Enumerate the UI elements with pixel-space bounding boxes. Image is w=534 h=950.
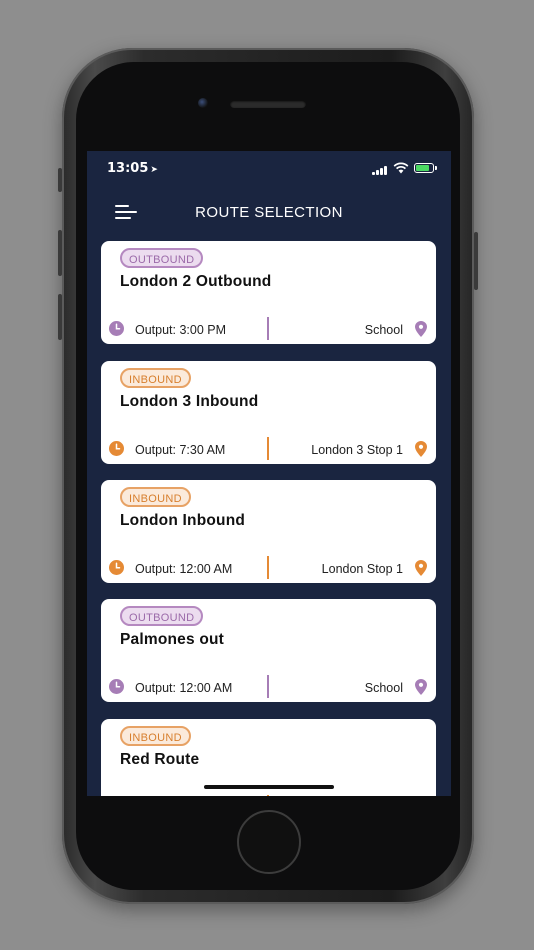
route-card[interactable]: OUTBOUND London 2 Outbound Output: 3:00 … <box>101 241 436 344</box>
status-time-text: 13:05 <box>107 161 149 176</box>
output-time: Output: 12:00 AM <box>135 562 233 576</box>
output-time: Output: 3:00 PM <box>135 323 227 337</box>
location-pin-icon <box>415 560 427 576</box>
location-arrow-icon: ➤ <box>150 165 158 175</box>
route-name: London 3 Inbound <box>120 393 259 410</box>
direction-badge: OUTBOUND <box>120 606 204 626</box>
route-card[interactable]: INBOUND London Inbound Output: 12:00 AM … <box>101 480 436 583</box>
direction-badge: INBOUND <box>120 368 191 388</box>
silent-switch <box>58 168 62 192</box>
route-name: London 2 Outbound <box>120 273 272 290</box>
divider <box>267 437 269 460</box>
route-card[interactable]: OUTBOUND Palmones out Output: 12:00 AM S… <box>101 599 436 702</box>
route-card[interactable]: INBOUND London 3 Inbound Output: 7:30 AM… <box>101 361 436 464</box>
stop-name: London 3 Stop 1 <box>311 443 403 457</box>
route-name: London Inbound <box>120 512 246 529</box>
battery-icon <box>414 163 434 173</box>
output-time: Output: 7:30 AM <box>135 443 226 457</box>
home-button[interactable] <box>237 810 301 874</box>
direction-badge: INBOUND <box>120 726 191 746</box>
front-camera <box>198 98 208 108</box>
clock-icon <box>109 679 124 694</box>
location-pin-icon <box>415 679 427 695</box>
output-time: Output: 12:00 AM <box>135 681 233 695</box>
status-bar: 13:05 ➤ <box>87 151 451 187</box>
stop-name: School <box>364 681 403 695</box>
page-title: ROUTE SELECTION <box>195 204 343 221</box>
divider <box>267 675 269 698</box>
direction-badge: INBOUND <box>120 487 191 507</box>
home-indicator <box>204 785 334 789</box>
location-pin-icon <box>415 441 427 457</box>
battery-tip <box>435 166 437 170</box>
divider <box>267 556 269 579</box>
app-screen: 13:05 ➤ ROUTE SELECTION OUTBOUND London 2… <box>87 151 451 796</box>
wifi-icon <box>393 162 409 174</box>
earpiece-speaker <box>230 100 306 108</box>
route-name: Palmones out <box>120 631 225 648</box>
stop-name: London Stop 1 <box>321 562 403 576</box>
volume-down-button <box>58 294 62 340</box>
clock-icon <box>109 321 124 336</box>
route-name: Red Route <box>120 751 200 768</box>
stop-name: School <box>364 323 403 337</box>
volume-up-button <box>58 230 62 276</box>
direction-badge: OUTBOUND <box>120 248 204 268</box>
divider <box>267 317 269 340</box>
nav-bar: ROUTE SELECTION <box>87 191 451 235</box>
power-button <box>474 232 478 290</box>
clock-icon <box>109 560 124 575</box>
location-pin-icon <box>415 321 427 337</box>
clock-icon <box>109 441 124 456</box>
status-time: 13:05 ➤ <box>107 161 158 176</box>
divider <box>267 795 269 796</box>
cellular-signal-icon <box>372 165 390 175</box>
